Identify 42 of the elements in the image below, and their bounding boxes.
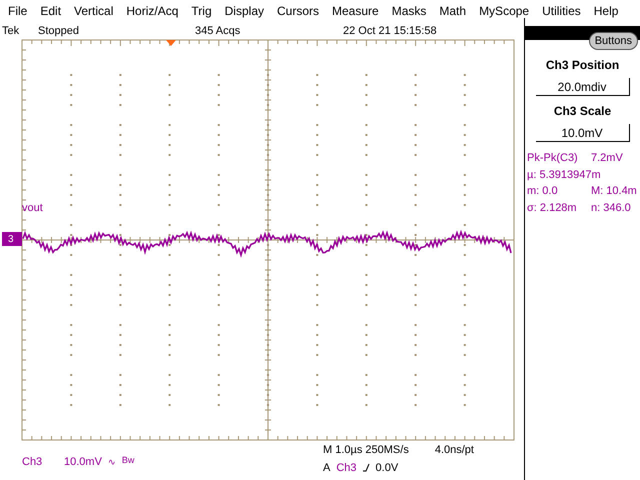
menu-item[interactable]: Masks — [392, 2, 426, 20]
trigger-position-icon — [166, 40, 176, 46]
measurement-value: µ: 5.3913947m — [527, 168, 601, 182]
control-title: Ch3 Scale — [554, 103, 612, 120]
menu-item[interactable]: Utilities — [542, 2, 581, 20]
menu-item[interactable]: Display — [224, 2, 264, 20]
menu-item[interactable]: File — [8, 2, 28, 20]
channel-scale: 10.0mV — [64, 455, 102, 470]
control-title: Ch3 Position — [546, 57, 620, 74]
menu-item[interactable]: Measure — [332, 2, 379, 20]
menu-item[interactable]: Math — [439, 2, 466, 20]
control-value-field[interactable]: 20.0mdiv — [536, 78, 630, 96]
menu-item[interactable]: Trig — [191, 2, 212, 20]
acquisition-count: 345 Acqs — [195, 24, 242, 39]
rising-edge-icon — [362, 463, 370, 472]
menu-item[interactable]: Vertical — [74, 2, 114, 20]
acquisition-state: Stopped — [38, 24, 80, 39]
measurement-value: M: 10.4m — [591, 184, 637, 199]
trace-label: vout — [22, 201, 43, 216]
bandwidth-limit: Bw — [122, 454, 134, 466]
menu-item[interactable]: Horiz/Acq — [126, 2, 178, 20]
resolution-readout: 4.0ns/pt — [434, 443, 474, 458]
menu-item[interactable]: Cursors — [277, 2, 320, 20]
measurement-value: n: 346.0 — [591, 200, 631, 216]
measurement-value: m: 0.0 — [527, 184, 559, 199]
menu-item[interactable]: Help — [594, 2, 618, 20]
buttons-button[interactable]: Buttons — [588, 32, 638, 50]
trigger-mode: A — [323, 460, 330, 476]
measurement-value: σ: 2.128m — [527, 200, 578, 216]
trigger-level: 0.0V — [376, 460, 398, 476]
coupling-symbol: ∿ — [108, 456, 116, 468]
brand-label: Tek — [1, 24, 20, 39]
control-value-field[interactable]: 10.0mV — [536, 124, 630, 142]
measurement-value: Pk-Pk(C3) — [527, 151, 579, 166]
menu-item[interactable]: MyScope — [479, 2, 530, 20]
trigger-source: Ch3 — [336, 460, 357, 476]
channel-label: Ch3 — [22, 455, 44, 470]
channel-marker: 3 — [2, 232, 22, 246]
menu-item[interactable]: Edit — [40, 2, 62, 20]
measurement-value: 7.2mV — [591, 151, 623, 166]
date-time: 22 Oct 21 15:15:58 — [343, 24, 437, 39]
timebase-readout: M 1.0µs 250MS/s — [323, 443, 409, 458]
